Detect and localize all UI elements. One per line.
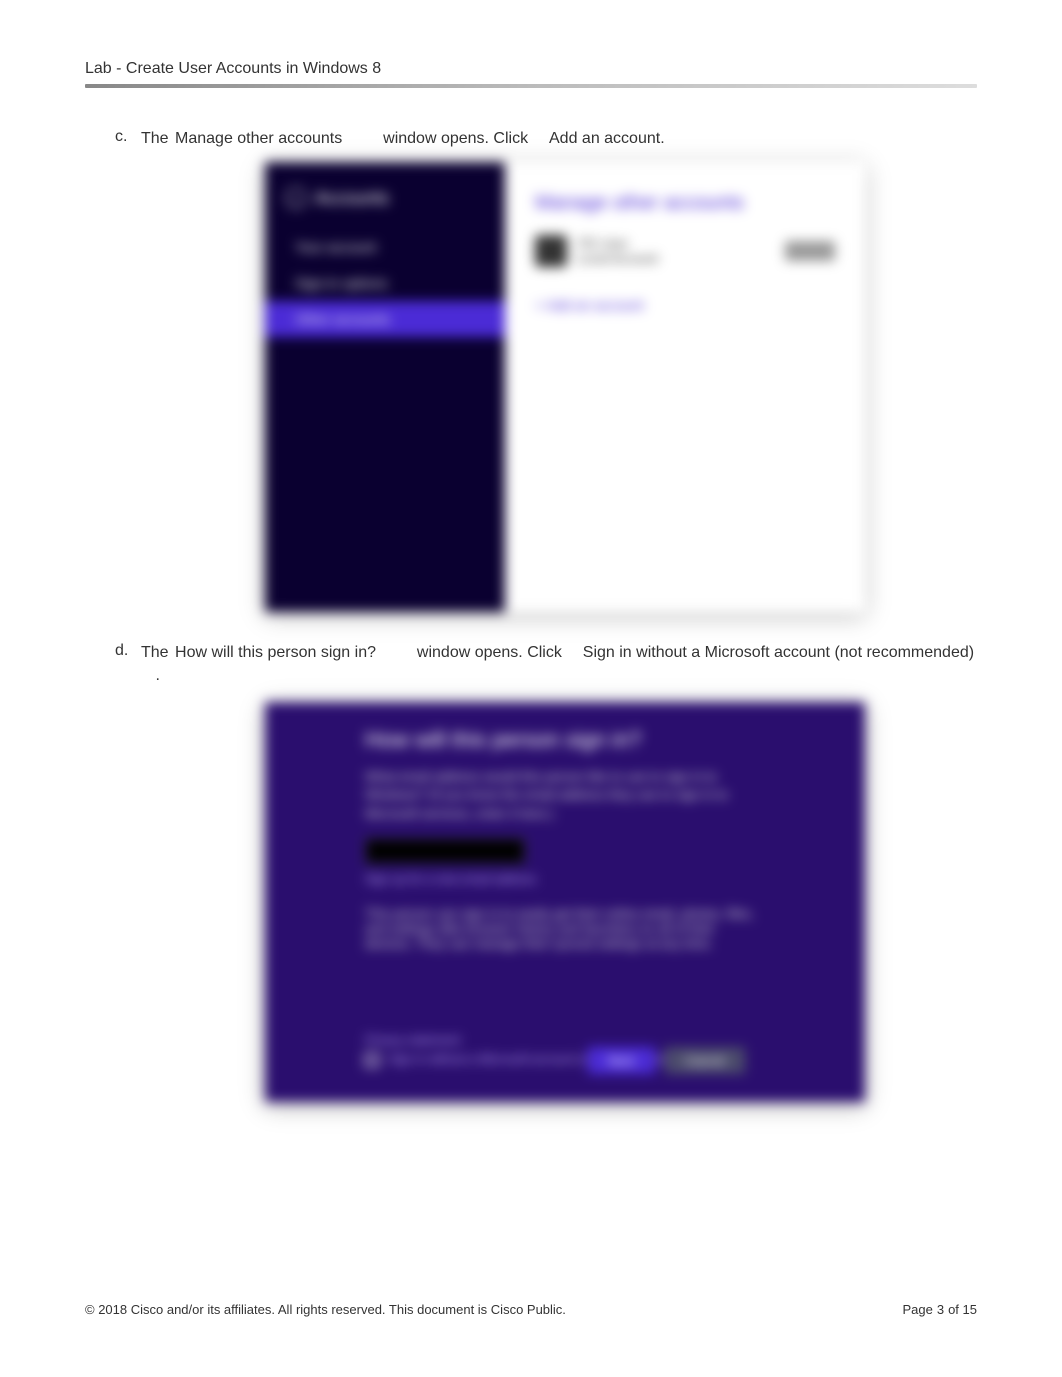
step-text-c: The Manage other accounts window opens. … — [141, 128, 667, 150]
user-info: ITE User Local Account — [577, 236, 658, 266]
sidebar-nav: Your account Sign-in options Other accou… — [265, 229, 505, 337]
sidebar-header: ← Accounts — [265, 177, 505, 229]
next-button[interactable]: Next — [588, 1047, 655, 1074]
step-d-bold1: How will this person sign in? — [175, 644, 376, 661]
user-name: ITE User — [577, 236, 658, 251]
benefit-text: This person can sign in to easily get th… — [365, 906, 765, 951]
page-footer: © 2018 Cisco and/or its affiliates. All … — [85, 1302, 977, 1317]
avatar-icon — [535, 235, 567, 267]
page-current: 3 — [937, 1302, 944, 1317]
cancel-button[interactable]: Cancel — [665, 1047, 745, 1074]
nav-signin-options[interactable]: Sign-in options — [265, 265, 505, 301]
nav-your-account[interactable]: Your account — [265, 229, 505, 265]
main-heading: Manage other accounts — [535, 192, 835, 215]
screenshot-signin-dialog: How will this person sign in? What email… — [265, 702, 865, 1102]
nav-other-accounts[interactable]: Other accounts — [265, 301, 505, 337]
dialog-buttons: Next Cancel — [588, 1047, 745, 1074]
page-of-total: of 15 — [948, 1302, 977, 1317]
document-header-title: Lab - Create User Accounts in Windows 8 — [85, 60, 977, 78]
step-c-bold1: Manage other accounts — [175, 130, 342, 147]
checkbox-icon[interactable] — [365, 1053, 379, 1067]
screenshot-manage-accounts: ← Accounts Your account Sign-in options … — [265, 162, 865, 612]
signin-dialog-inner: How will this person sign in? What email… — [265, 702, 865, 1102]
step-letter-d: d. — [115, 642, 141, 687]
step-text-d: The How will this person sign in? window… — [141, 642, 977, 687]
step-c-t1: The — [141, 130, 173, 147]
step-c-t2: window opens. Click — [383, 130, 532, 147]
user-row[interactable]: ITE User Local Account — [535, 235, 835, 267]
step-d-t1: The — [141, 644, 173, 661]
accounts-main: Manage other accounts ITE User Local Acc… — [505, 162, 865, 612]
copyright-text: © 2018 Cisco and/or its affiliates. All … — [85, 1302, 566, 1317]
dialog-description: What email address would this person lik… — [365, 768, 765, 823]
page-number: Page 3 of 15 — [902, 1302, 977, 1317]
page-label: Page — [902, 1302, 932, 1317]
email-field[interactable] — [365, 838, 525, 864]
screenshot1-inner: ← Accounts Your account Sign-in options … — [265, 162, 865, 612]
step-d: d. The How will this person sign in? win… — [85, 642, 977, 687]
dialog-heading: How will this person sign in? — [365, 727, 765, 753]
sidebar-title: Accounts — [315, 188, 389, 209]
step-d-t3: . — [155, 667, 159, 684]
step-c-bold2: Add an account. — [549, 130, 665, 147]
page-content: Lab - Create User Accounts in Windows 8 … — [0, 0, 1062, 1377]
user-badge — [785, 241, 835, 261]
add-account-link[interactable]: + Add an account — [535, 297, 835, 313]
step-c: c. The Manage other accounts window open… — [85, 128, 977, 150]
step-d-t2: window opens. Click — [417, 644, 566, 661]
back-icon[interactable]: ← — [285, 187, 307, 209]
signup-link[interactable]: Sign up for a new email address — [365, 872, 765, 886]
step-letter-c: c. — [115, 128, 141, 150]
header-divider — [85, 84, 977, 88]
step-d-bold2: Sign in without a Microsoft account (not… — [583, 644, 974, 661]
user-role: Local Account — [577, 251, 658, 266]
accounts-sidebar: ← Accounts Your account Sign-in options … — [265, 162, 505, 612]
